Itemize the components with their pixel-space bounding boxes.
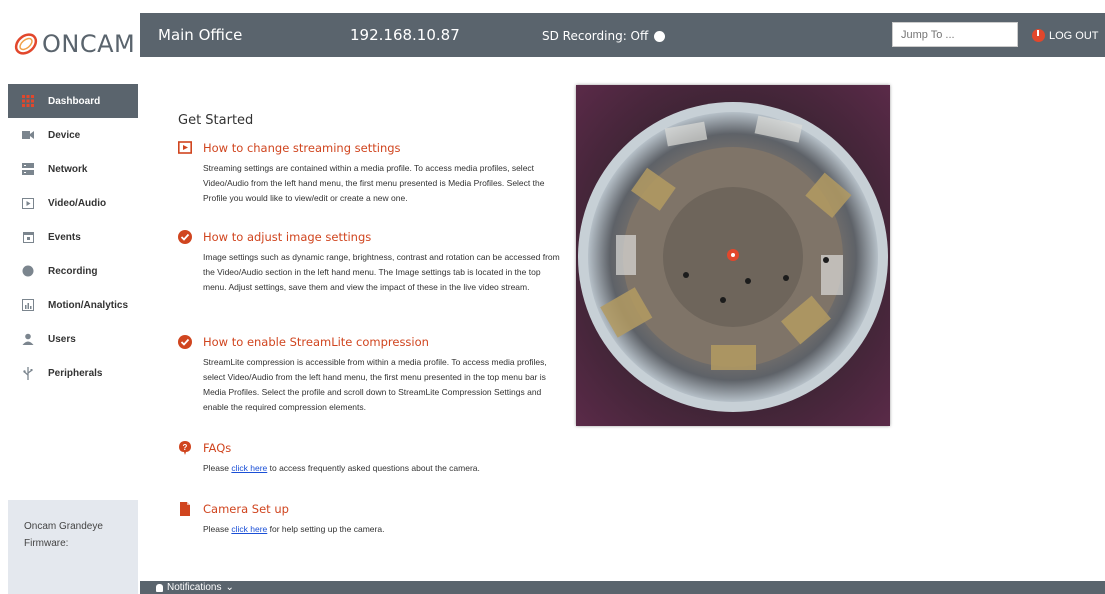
server-icon (22, 163, 34, 175)
section-body: Please click here for help setting up th… (203, 522, 563, 537)
record-icon (22, 265, 34, 277)
section-heading: Camera Set up (178, 502, 558, 516)
section-heading: How to enable StreamLite compression (178, 335, 558, 349)
section-heading: How to adjust image settings (178, 230, 558, 244)
svg-text:?: ? (183, 443, 188, 452)
sidebar-item-dashboard[interactable]: Dashboard (8, 84, 138, 118)
sidebar-item-recording[interactable]: Recording (8, 254, 138, 288)
bell-icon (156, 583, 163, 592)
section-heading: How to change streaming settings (178, 141, 558, 155)
question-icon: ? (179, 441, 191, 455)
grid-icon (22, 95, 34, 107)
sidebar-item-label: Peripherals (48, 367, 103, 379)
check-icon (178, 335, 192, 349)
live-camera-view[interactable] (576, 85, 890, 426)
sidebar-item-label: Dashboard (48, 95, 101, 107)
section-heading-text[interactable]: How to adjust image settings (203, 230, 371, 244)
sidebar-item-events[interactable]: Events (8, 220, 138, 254)
section-camera-setup: Camera Set up Please click here for help… (178, 502, 558, 537)
user-icon (22, 333, 34, 345)
document-icon (180, 502, 190, 516)
firmware-label: Firmware: (24, 538, 69, 549)
body-text: for help setting up the camera. (267, 524, 385, 534)
section-body: Please click here to access frequently a… (203, 461, 563, 476)
camera-icon (22, 129, 34, 141)
status-dot-icon (654, 30, 666, 42)
play-icon (178, 141, 192, 154)
section-body: Streaming settings are contained within … (203, 163, 545, 203)
section-body: StreamLite compression is accessible fro… (203, 357, 547, 412)
body-text: Please (203, 524, 232, 534)
chart-icon (22, 299, 34, 311)
setup-link[interactable]: click here (231, 524, 267, 534)
fisheye-image (576, 85, 890, 426)
sidebar-item-label: Network (48, 163, 88, 175)
logout-button[interactable]: LOG OUT (1032, 29, 1099, 42)
sidebar-item-label: Users (48, 333, 76, 345)
section-body: Image settings such as dynamic range, br… (203, 252, 560, 292)
section-heading: ? FAQs (178, 441, 558, 455)
calendar-icon (22, 231, 34, 243)
jump-to-input[interactable] (892, 22, 1018, 47)
location-name: Main Office (158, 26, 243, 44)
notifications-label: Notifications (167, 582, 222, 593)
page-title: Get Started (178, 113, 254, 128)
sidebar-item-device[interactable]: Device (8, 118, 138, 152)
sidebar-item-motion-analytics[interactable]: Motion/Analytics (8, 288, 138, 322)
section-heading-text[interactable]: How to change streaming settings (203, 141, 401, 155)
section-image-settings: How to adjust image settings Image setti… (178, 230, 560, 295)
oncam-logo-icon (14, 33, 38, 55)
brand-name: ONCAM (42, 30, 136, 58)
top-bar: Main Office 192.168.10.87 SD Recording: … (140, 13, 1105, 57)
faq-link[interactable]: click here (231, 463, 267, 473)
usb-icon (22, 366, 34, 380)
sd-recording-status: SD Recording: Off (542, 29, 666, 43)
sidebar-item-label: Recording (48, 265, 98, 277)
section-heading-text[interactable]: Camera Set up (203, 502, 289, 516)
section-streaming: How to change streaming settings Streami… (178, 141, 558, 206)
section-heading-text[interactable]: How to enable StreamLite compression (203, 335, 429, 349)
sidebar-item-video-audio[interactable]: Video/Audio (8, 186, 138, 220)
product-name: Oncam Grandeye (24, 521, 103, 532)
section-streamlite: How to enable StreamLite compression Str… (178, 335, 558, 415)
sidebar-item-label: Events (48, 231, 81, 243)
main-content: Get Started How to change streaming sett… (140, 57, 1105, 581)
sidebar-item-peripherals[interactable]: Peripherals (8, 356, 138, 390)
logout-label: LOG OUT (1049, 29, 1099, 42)
sd-recording-label: SD Recording: Off (542, 29, 649, 43)
body-text: Please (203, 463, 232, 473)
play-icon (22, 197, 34, 209)
sidebar-item-label: Device (48, 129, 81, 141)
section-heading-text[interactable]: FAQs (203, 441, 231, 455)
sidebar-item-users[interactable]: Users (8, 322, 138, 356)
sidebar-item-label: Video/Audio (48, 197, 107, 209)
chevron-down-icon: ⌄ (225, 582, 234, 593)
firmware-info: Oncam Grandeye Firmware: (8, 500, 138, 594)
power-icon (1032, 29, 1045, 42)
notifications-bar[interactable]: Notifications ⌄ (140, 581, 1105, 594)
body-text: to access frequently asked questions abo… (267, 463, 480, 473)
sidebar-item-label: Motion/Analytics (48, 299, 129, 311)
ip-address: 192.168.10.87 (350, 26, 460, 44)
sidebar-nav: Dashboard Device Network Video/Audio Eve… (8, 84, 138, 390)
sidebar-item-network[interactable]: Network (8, 152, 138, 186)
section-faqs: ? FAQs Please click here to access frequ… (178, 441, 558, 476)
check-icon (178, 230, 192, 244)
brand-logo: ONCAM (12, 30, 135, 58)
